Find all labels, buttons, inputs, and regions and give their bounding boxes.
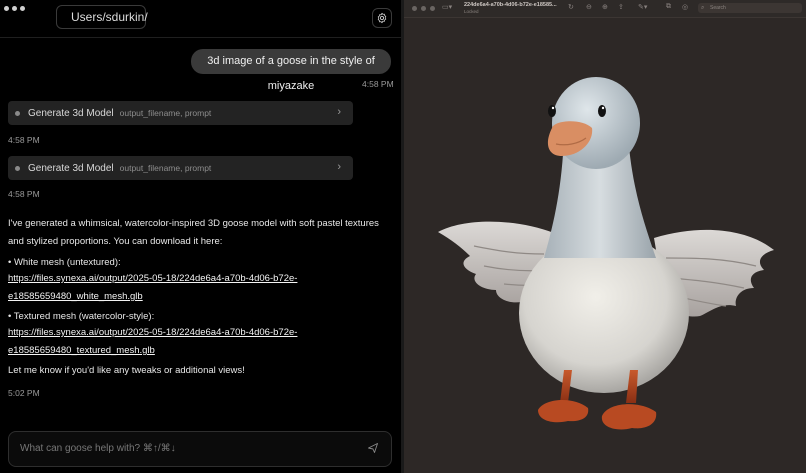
left-foot <box>538 399 589 423</box>
window-menu-dots[interactable] <box>4 6 25 11</box>
zoom-in-icon[interactable]: ⊕ <box>602 3 608 11</box>
tool-call-time: 4:58 PM <box>8 135 40 145</box>
chevron-right-icon: › <box>337 161 341 173</box>
search-placeholder: Search <box>710 5 726 11</box>
white-mesh-link[interactable]: https://files.synexa.ai/output/2025-05-1… <box>8 270 393 306</box>
right-foot <box>601 404 657 430</box>
tool-call-args: output_filename, prompt <box>119 163 212 173</box>
window-traffic-lights[interactable] <box>412 6 435 11</box>
right-eye <box>598 105 606 117</box>
chat-composer[interactable]: What can goose help with? ⌘↑/⌘↓ <box>8 431 392 467</box>
send-icon[interactable] <box>367 442 379 454</box>
working-directory-pill[interactable]: Users/sdurkin/ <box>56 5 148 29</box>
chat-pane: Users/sdurkin/ 3d image of a goose in th… <box>0 0 401 473</box>
chevron-right-icon: › <box>337 106 341 118</box>
textured-mesh-link-line-2[interactable]: e18585659480_textured_mesh.glb <box>8 345 155 356</box>
tool-call-row[interactable]: Generate 3d Model output_filename, promp… <box>8 156 353 180</box>
tool-status-dot <box>15 165 20 171</box>
rotate-icon[interactable]: ↻ <box>568 3 574 11</box>
textured-mesh-link-line-1[interactable]: https://files.synexa.ai/output/2025-05-1… <box>8 327 297 338</box>
left-eye <box>548 105 556 117</box>
goose-3d-render <box>438 77 774 430</box>
tool-call-row[interactable]: Generate 3d Model output_filename, promp… <box>8 101 353 125</box>
user-message-time: 4:58 PM <box>362 79 394 89</box>
tool-call-name: Generate 3d Model <box>28 162 114 174</box>
working-directory-label: Users/sdurkin/ <box>71 10 148 24</box>
file-title: 224de6a4-a70b-4d06-b72e-e18585... <box>464 2 557 8</box>
markup-icon[interactable]: ✎▾ <box>638 3 647 11</box>
header-divider <box>0 37 401 38</box>
assistant-message-time: 5:02 PM <box>8 388 40 398</box>
sidebar-toggle-icon[interactable]: ▭▾ <box>442 3 452 11</box>
white-mesh-link-line-2[interactable]: e18585659480_white_mesh.glb <box>8 291 143 302</box>
share-icon[interactable]: ⇪ <box>618 3 624 11</box>
tool-call-name: Generate 3d Model <box>28 107 114 119</box>
gear-icon <box>377 12 387 24</box>
assistant-message: I've generated a whimsical, watercolor-i… <box>8 215 393 251</box>
tool-status-dot <box>15 110 20 116</box>
search-icon: ⌕ <box>701 5 705 11</box>
search-field[interactable]: ⌕ Search <box>698 3 802 13</box>
assistant-intro-text: I've generated a whimsical, watercolor-i… <box>8 218 379 247</box>
annotate-icon[interactable]: ◎ <box>682 3 688 11</box>
preview-window: ▭▾ 224de6a4-a70b-4d06-b72e-e18585... Loc… <box>404 0 806 473</box>
composer-placeholder[interactable]: What can goose help with? ⌘↑/⌘↓ <box>20 443 176 454</box>
textured-mesh-link[interactable]: https://files.synexa.ai/output/2025-05-1… <box>8 324 393 360</box>
white-mesh-link-line-1[interactable]: https://files.synexa.ai/output/2025-05-1… <box>8 273 297 284</box>
file-subtitle: Locked <box>464 9 479 14</box>
assistant-outro-text: Let me know if you'd like any tweaks or … <box>8 365 245 376</box>
tool-call-args: output_filename, prompt <box>119 108 212 118</box>
zoom-out-icon[interactable]: ⊖ <box>586 3 592 11</box>
user-message-bubble: 3d image of a goose in the style of miya… <box>191 49 391 92</box>
preview-toolbar: ▭▾ 224de6a4-a70b-4d06-b72e-e18585... Loc… <box>404 0 806 18</box>
settings-button[interactable] <box>372 8 392 28</box>
crop-icon[interactable]: ⧉ <box>666 3 671 11</box>
tool-call-time: 4:58 PM <box>8 189 40 199</box>
